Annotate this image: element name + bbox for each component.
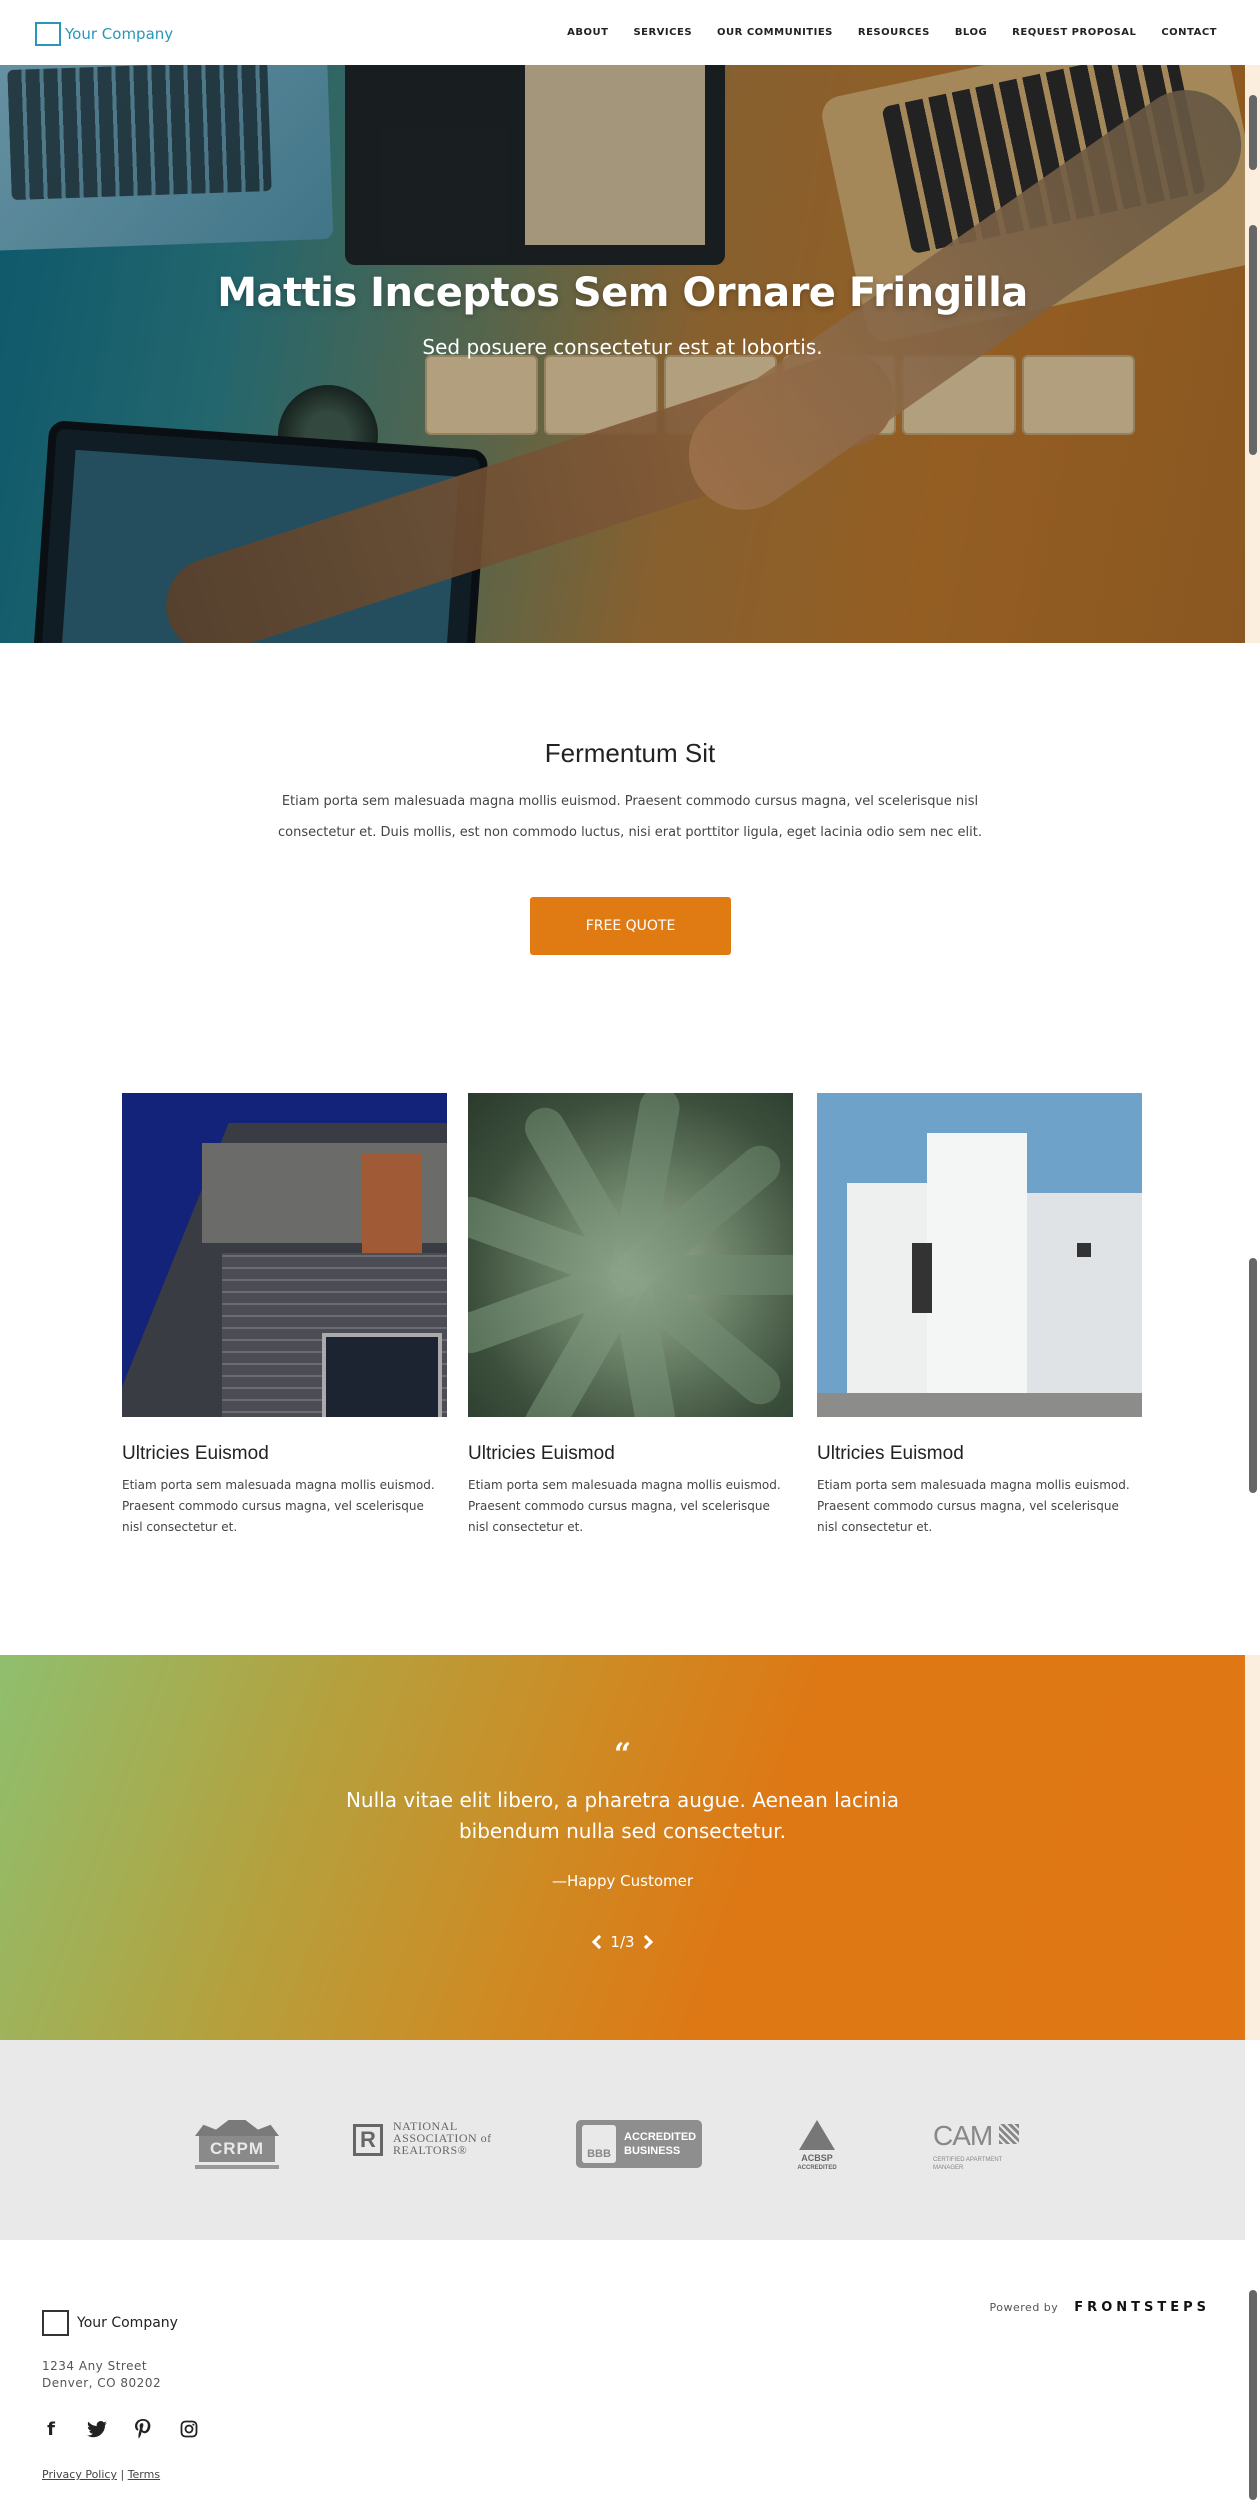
powered-by-label: Powered by [989, 2301, 1059, 2314]
nav-our-communities[interactable]: OUR COMMUNITIES [717, 27, 833, 38]
building-image [122, 1093, 447, 1417]
chevron-left-icon[interactable] [592, 1934, 607, 1950]
card-title: Ultricies Euismod [817, 1443, 964, 1464]
instagram-icon[interactable] [178, 2418, 200, 2440]
card-text: Etiam porta sem malesuada magna mollis e… [468, 1478, 781, 1534]
social-links: f [40, 2418, 200, 2440]
house-image [817, 1093, 1142, 1417]
address-line: 1234 Any Street [42, 2359, 148, 2373]
feature-card: Ultricies Euismod Etiam porta sem malesu… [817, 1093, 1142, 1538]
facebook-icon[interactable]: f [40, 2418, 62, 2440]
footer-company-name: Your Company [77, 2315, 178, 2331]
address-line: Denver, CO 80202 [42, 2376, 162, 2390]
cam-logo: CAM CERTIFIED APARTMENT MANAGER [933, 2120, 1023, 2172]
accreditation-logos: CRPM R NATIONAL ASSOCIATION of REALTORS®… [0, 2040, 1245, 2240]
nav-request-proposal[interactable]: REQUEST PROPOSAL [1012, 27, 1136, 38]
logo-square-icon [42, 2310, 69, 2336]
footer-legal: Privacy Policy | Terms [42, 2468, 160, 2481]
card-title: Ultricies Euismod [468, 1443, 615, 1464]
acbsp-logo: ACBSP ACCREDITED [792, 2120, 842, 2176]
testimonial-section: “ Nulla vitae elit libero, a pharetra au… [0, 1655, 1245, 2040]
powered-by[interactable]: Powered by FRONTSTEPS [990, 2300, 1210, 2315]
frontsteps-logo: FRONTSTEPS [1074, 2300, 1210, 2315]
feature-card: Ultricies Euismod Etiam porta sem malesu… [122, 1093, 447, 1538]
hero-banner: Mattis Inceptos Sem Ornare Fringilla Sed… [0, 65, 1245, 643]
scrollbar-thumb[interactable] [1249, 225, 1257, 455]
intro-text: Etiam porta sem malesuada magna mollis e… [278, 794, 982, 840]
hero-title: Mattis Inceptos Sem Ornare Fringilla [217, 270, 1028, 316]
scrollbar-segment [1245, 643, 1260, 1655]
legal-separator: | [120, 2468, 125, 2481]
pager-count: 1/3 [610, 1933, 635, 1951]
realtors-logo: R NATIONAL ASSOCIATION of REALTORS® [353, 2120, 503, 2164]
nav-resources[interactable]: RESOURCES [858, 27, 930, 38]
logo-text: Your Company [65, 25, 174, 43]
bbb-accredited-logo: BBB ACCREDITED BUSINESS [576, 2120, 702, 2168]
crpm-logo: CRPM [195, 2120, 279, 2170]
main-nav: ABOUT SERVICES OUR COMMUNITIES RESOURCES… [542, 27, 1217, 38]
nav-blog[interactable]: BLOG [955, 27, 987, 38]
site-header: Your Company ABOUT SERVICES OUR COMMUNIT… [0, 0, 1245, 65]
card-title: Ultricies Euismod [122, 1443, 269, 1464]
card-text: Etiam porta sem malesuada magna mollis e… [122, 1478, 435, 1534]
twitter-icon[interactable] [86, 2418, 108, 2440]
logo-square-icon [35, 22, 61, 46]
privacy-policy-link[interactable]: Privacy Policy [42, 2468, 117, 2481]
chevron-right-icon[interactable] [638, 1934, 653, 1950]
intro-title: Fermentum Sit [544, 738, 716, 768]
footer-logo[interactable]: Your Company [42, 2310, 178, 2336]
nav-about[interactable]: ABOUT [567, 27, 608, 38]
scrollbar-thumb[interactable] [1249, 2290, 1257, 2500]
scrollbar-thumb[interactable] [1249, 95, 1257, 170]
feature-card: Ultricies Euismod Etiam porta sem malesu… [468, 1093, 793, 1538]
free-quote-button[interactable]: FREE QUOTE [530, 897, 731, 955]
terms-link[interactable]: Terms [128, 2468, 160, 2481]
plant-image [468, 1093, 793, 1417]
testimonial-quote: Nulla vitae elit libero, a pharetra augu… [345, 1788, 900, 1843]
company-logo[interactable]: Your Company [35, 22, 173, 46]
nav-contact[interactable]: CONTACT [1161, 27, 1217, 38]
hero-subtitle: Sed posuere consectetur est at lobortis. [422, 335, 823, 359]
nav-services[interactable]: SERVICES [633, 27, 692, 38]
testimonial-pager: 1/3 [0, 1933, 1245, 1951]
scrollbar-top [1245, 0, 1260, 65]
pinterest-icon[interactable] [132, 2418, 154, 2440]
quote-icon: “ [613, 1737, 632, 1772]
scrollbar-thumb[interactable] [1249, 1258, 1257, 1493]
testimonial-author: —Happy Customer [551, 1872, 694, 1890]
card-text: Etiam porta sem malesuada magna mollis e… [817, 1478, 1130, 1534]
footer-address: 1234 Any Street Denver, CO 80202 [42, 2358, 161, 2392]
